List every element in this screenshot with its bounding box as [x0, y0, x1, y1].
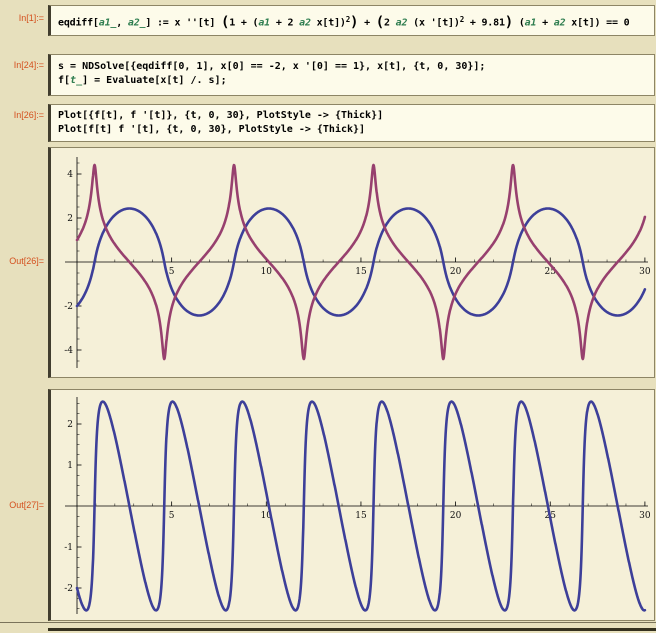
input-cell-ndsolve[interactable]: s = NDSolve[{eqdiff[0, 1], x[0] == -2, x… — [48, 54, 655, 96]
svg-text:20: 20 — [450, 511, 462, 521]
cell-label-in24: In[24]:= — [13, 60, 44, 70]
plot-out27-graphic: 5 10 15 20 25 301-12-2 — [64, 397, 650, 614]
plot-out26-graphic: 5 10 15 20 25 302-24-4 — [64, 157, 650, 368]
svg-text:15: 15 — [355, 267, 367, 277]
mathematica-notebook: In[1]:= In[24]:= In[26]:= Out[26]= Out[2… — [0, 0, 656, 633]
next-cell-top-edge — [48, 628, 656, 631]
svg-text:-4: -4 — [64, 346, 73, 356]
cell-label-in26: In[26]:= — [13, 110, 44, 120]
svg-text:2: 2 — [67, 420, 73, 430]
svg-text:-2: -2 — [64, 302, 73, 312]
code-line[interactable]: eqdiff[a1_, a2_] := x ''[t] (1 + (a1 + 2… — [51, 13, 654, 31]
svg-text:4: 4 — [67, 170, 73, 180]
cell-label-out27: Out[27]= — [9, 500, 44, 510]
output-cell-plot-product[interactable]: 5 10 15 20 25 30 1 -1 2 -2 — [48, 389, 655, 621]
cell-label-in1: In[1]:= — [18, 13, 44, 23]
code-line[interactable]: s = NDSolve[{eqdiff[0, 1], x[0] == -2, x… — [51, 60, 654, 74]
cell-label-out26: Out[26]= — [9, 256, 44, 266]
svg-text:-2: -2 — [64, 584, 73, 594]
output-cell-plot-f-and-fprime[interactable]: 5 10 15 20 25 30 2 -2 4 -4 — [48, 147, 655, 378]
svg-text:2: 2 — [67, 214, 73, 224]
code-line[interactable]: Plot[{f[t], f '[t]}, {t, 0, 30}, PlotSty… — [51, 109, 654, 123]
code-line[interactable]: Plot[f[t] f '[t], {t, 0, 30}, PlotStyle … — [51, 123, 654, 137]
svg-text:20: 20 — [450, 267, 462, 277]
cell-insertion-line[interactable] — [0, 622, 656, 623]
svg-text:5: 5 — [169, 267, 175, 277]
svg-text:1: 1 — [67, 461, 73, 471]
input-cell-eqdiff-definition[interactable]: eqdiff[a1_, a2_] := x ''[t] (1 + (a1 + 2… — [48, 5, 655, 36]
svg-text:30: 30 — [639, 267, 650, 277]
svg-text:-1: -1 — [64, 543, 73, 553]
svg-text:10: 10 — [261, 267, 273, 277]
svg-text:5: 5 — [169, 511, 175, 521]
svg-text:30: 30 — [639, 511, 650, 521]
svg-text:15: 15 — [355, 511, 367, 521]
code-line[interactable]: f[t_] = Evaluate[x[t] /. s]; — [51, 74, 654, 88]
input-cell-plot-commands[interactable]: Plot[{f[t], f '[t]}, {t, 0, 30}, PlotSty… — [48, 104, 655, 142]
